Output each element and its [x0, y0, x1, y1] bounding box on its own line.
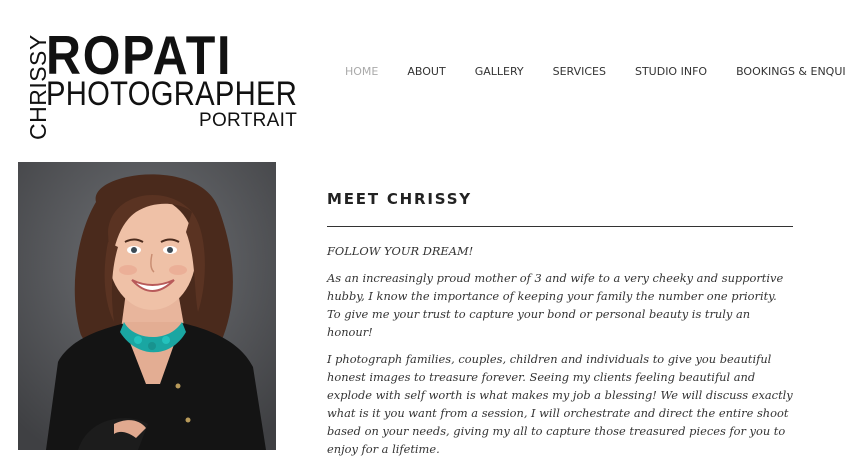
heading-divider [327, 226, 793, 227]
logo-specialty: PORTRAIT [199, 110, 298, 131]
logo-profession: PHOTOGRAPHER [46, 75, 298, 113]
services-paragraph: I photograph families, couples, children… [327, 352, 793, 456]
portrait-illustration [18, 162, 276, 450]
nav-services[interactable]: SERVICES [553, 65, 606, 78]
portrait-photo [18, 162, 276, 450]
nav-bookings-enquiries[interactable]: BOOKINGS & ENQUIRIES [736, 65, 845, 78]
tagline-paragraph: FOLLOW YOUR DREAM! [327, 244, 474, 258]
main-content: MEET CHRISSY FOLLOW YOUR DREAM! As an in… [327, 190, 793, 467]
nav-about[interactable]: ABOUT [407, 65, 445, 78]
page-heading: MEET CHRISSY [327, 190, 472, 208]
site-logo[interactable]: CHRISSY ROPATI PHOTOGRAPHER PORTRAIT [22, 26, 297, 141]
nav-home[interactable]: HOME [345, 65, 378, 78]
main-navigation: HOME ABOUT GALLERY SERVICES STUDIO INFO … [345, 65, 845, 78]
nav-gallery[interactable]: GALLERY [475, 65, 524, 78]
intro-paragraph: As an increasingly proud mother of 3 and… [327, 271, 784, 339]
nav-studio-info[interactable]: STUDIO INFO [635, 65, 707, 78]
